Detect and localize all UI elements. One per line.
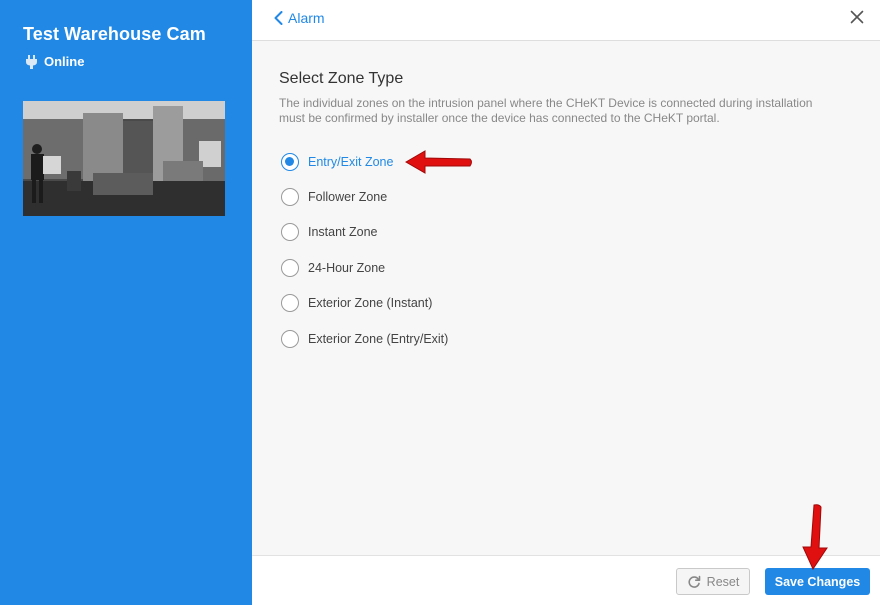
camera-status: Online	[26, 54, 84, 69]
zone-option-label: Exterior Zone (Entry/Exit)	[308, 332, 449, 346]
back-label: Alarm	[288, 10, 325, 26]
radio-button-checked[interactable]	[281, 153, 299, 171]
section-description: The individual zones on the intrusion pa…	[279, 96, 813, 125]
zone-option-label: Follower Zone	[308, 190, 388, 204]
radio-button[interactable]	[281, 223, 299, 241]
close-icon[interactable]	[850, 10, 864, 24]
save-label: Save Changes	[774, 574, 861, 589]
zone-type-panel: Select Zone Type The individual zones on…	[252, 41, 880, 555]
save-changes-button[interactable]: Save Changes	[765, 568, 870, 595]
zone-option-exterior-instant[interactable]: Exterior Zone (Instant)	[281, 294, 432, 312]
zone-option-exterior-entry-exit[interactable]: Exterior Zone (Entry/Exit)	[281, 330, 448, 348]
refresh-icon	[688, 575, 700, 588]
zone-option-entry-exit[interactable]: Entry/Exit Zone	[281, 153, 393, 171]
camera-feed-thumbnail[interactable]	[23, 101, 225, 216]
panel-header: Alarm	[252, 0, 880, 41]
zone-option-instant[interactable]: Instant Zone	[281, 223, 378, 241]
camera-name: Test Warehouse Cam	[23, 24, 206, 44]
reset-button[interactable]: Reset	[676, 568, 750, 595]
radio-button[interactable]	[281, 259, 299, 277]
zone-option-label: Entry/Exit Zone	[308, 155, 394, 169]
panel-footer: Reset Save Changes	[252, 555, 880, 605]
chevron-left-icon	[274, 11, 283, 25]
radio-button[interactable]	[281, 330, 299, 348]
plug-icon	[26, 54, 37, 69]
zone-option-24-hour[interactable]: 24-Hour Zone	[281, 259, 385, 277]
radio-button[interactable]	[281, 294, 299, 312]
zone-option-label: 24-Hour Zone	[308, 261, 386, 275]
back-button[interactable]: Alarm	[274, 10, 325, 26]
radio-button[interactable]	[281, 188, 299, 206]
zone-option-label: Exterior Zone (Instant)	[308, 296, 433, 310]
section-title: Select Zone Type	[279, 70, 404, 87]
zone-option-follower[interactable]: Follower Zone	[281, 188, 387, 206]
status-label: Online	[44, 54, 85, 69]
device-sidebar: Test Warehouse Cam Online	[0, 0, 252, 605]
reset-label: Reset	[706, 574, 740, 589]
zone-option-label: Instant Zone	[308, 225, 378, 239]
